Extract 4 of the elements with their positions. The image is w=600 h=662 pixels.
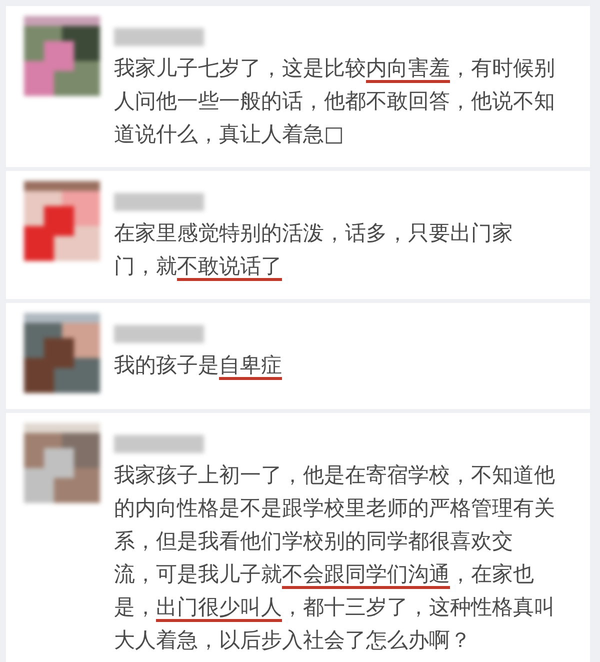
comment-text: 在家里感觉特别的活泼，话多，只要出门家 门，就不敢说话了 xyxy=(114,220,514,280)
comment-text: 我家儿子七岁了，这是比较内向害羞，有时候别 人问他一些一般的话，他都不敢回答，他说不知 道说什么，真让人着急□ xyxy=(114,55,556,148)
comment-text: 我的孩子是自卑症 xyxy=(114,352,283,379)
comment-text: 我家孩子上初一了，他是在寄宿学校，不知道他 的内向性格是不是跟学校里老师的严格管理有关 系，但是我看他们学校别的同学都很喜欢交 流，可是我儿子就不会跟同学们沟通，在家也 是，出门很少叫人，都十三岁了，这种性格真叫 大人着急，以后步入社会了怎么办啊？ xyxy=(114,462,556,654)
